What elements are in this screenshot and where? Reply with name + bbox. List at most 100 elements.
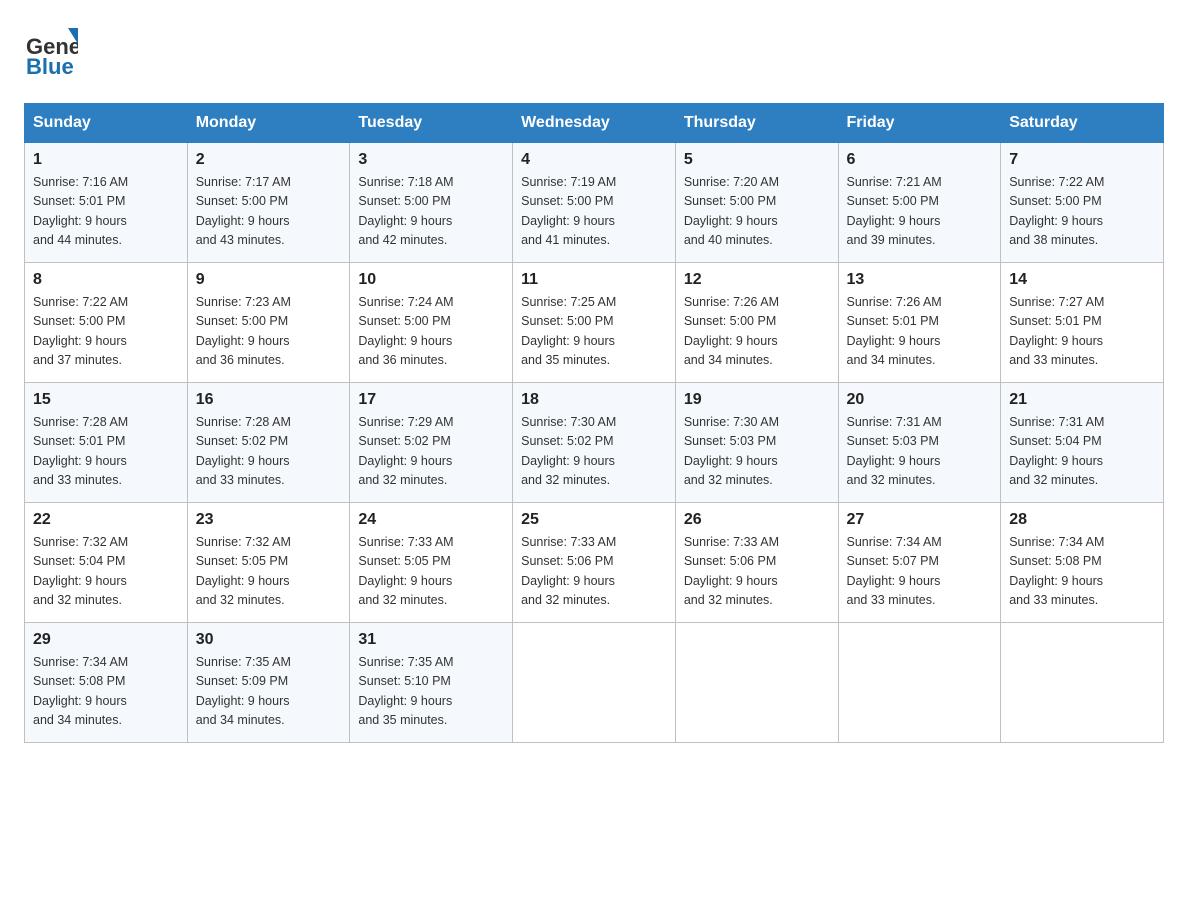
day-info: Sunrise: 7:27 AMSunset: 5:01 PMDaylight:…	[1009, 293, 1155, 371]
day-cell: 17 Sunrise: 7:29 AMSunset: 5:02 PMDayligh…	[350, 383, 513, 503]
day-number: 28	[1009, 511, 1155, 529]
day-info: Sunrise: 7:24 AMSunset: 5:00 PMDaylight:…	[358, 293, 504, 371]
day-cell: 28 Sunrise: 7:34 AMSunset: 5:08 PMDayligh…	[1001, 503, 1164, 623]
day-info: Sunrise: 7:20 AMSunset: 5:00 PMDaylight:…	[684, 173, 830, 251]
day-number: 29	[33, 631, 179, 649]
day-cell: 23Sunrise: 7:32 AMSunset: 5:05 PMDayligh…	[187, 503, 350, 623]
day-info: Sunrise: 7:33 AMSunset: 5:05 PMDaylight:…	[358, 533, 504, 611]
day-number: 4	[521, 151, 667, 169]
day-number: 9	[196, 271, 342, 289]
day-cell: 2 Sunrise: 7:17 AMSunset: 5:00 PMDaylight…	[187, 143, 350, 263]
day-number: 5	[684, 151, 830, 169]
day-number: 23	[196, 511, 342, 529]
day-number: 21	[1009, 391, 1155, 409]
day-number: 13	[847, 271, 993, 289]
day-cell	[513, 623, 676, 743]
col-wednesday: Wednesday	[513, 104, 676, 143]
col-sunday: Sunday	[25, 104, 188, 143]
logo-icon: General Blue	[24, 24, 78, 78]
day-cell	[838, 623, 1001, 743]
day-cell: 1 Sunrise: 7:16 AMSunset: 5:01 PMDaylight…	[25, 143, 188, 263]
day-info: Sunrise: 7:22 AMSunset: 5:00 PMDaylight:…	[33, 293, 179, 371]
day-info: Sunrise: 7:19 AMSunset: 5:00 PMDaylight:…	[521, 173, 667, 251]
day-cell: 13 Sunrise: 7:26 AMSunset: 5:01 PMDayligh…	[838, 263, 1001, 383]
day-info: Sunrise: 7:34 AMSunset: 5:08 PMDaylight:…	[1009, 533, 1155, 611]
day-info: Sunrise: 7:16 AMSunset: 5:01 PMDaylight:…	[33, 173, 179, 251]
day-cell: 16Sunrise: 7:28 AMSunset: 5:02 PMDayligh…	[187, 383, 350, 503]
day-cell: 29 Sunrise: 7:34 AMSunset: 5:08 PMDayligh…	[25, 623, 188, 743]
col-tuesday: Tuesday	[350, 104, 513, 143]
day-info: Sunrise: 7:35 AMSunset: 5:10 PMDaylight:…	[358, 653, 504, 731]
week-row-1: 1 Sunrise: 7:16 AMSunset: 5:01 PMDaylight…	[25, 143, 1164, 263]
page-header: General Blue	[24, 24, 1164, 83]
day-number: 7	[1009, 151, 1155, 169]
day-number: 22	[33, 511, 179, 529]
day-cell: 9 Sunrise: 7:23 AMSunset: 5:00 PMDaylight…	[187, 263, 350, 383]
day-number: 6	[847, 151, 993, 169]
day-cell: 25Sunrise: 7:33 AMSunset: 5:06 PMDayligh…	[513, 503, 676, 623]
day-number: 17	[358, 391, 504, 409]
day-info: Sunrise: 7:35 AMSunset: 5:09 PMDaylight:…	[196, 653, 342, 731]
day-cell: 3 Sunrise: 7:18 AMSunset: 5:00 PMDaylight…	[350, 143, 513, 263]
day-number: 3	[358, 151, 504, 169]
day-number: 31	[358, 631, 504, 649]
day-cell	[675, 623, 838, 743]
day-cell: 14 Sunrise: 7:27 AMSunset: 5:01 PMDayligh…	[1001, 263, 1164, 383]
day-number: 24	[358, 511, 504, 529]
day-cell: 19 Sunrise: 7:30 AMSunset: 5:03 PMDayligh…	[675, 383, 838, 503]
day-info: Sunrise: 7:30 AMSunset: 5:02 PMDaylight:…	[521, 413, 667, 491]
col-saturday: Saturday	[1001, 104, 1164, 143]
day-cell: 15Sunrise: 7:28 AMSunset: 5:01 PMDayligh…	[25, 383, 188, 503]
day-info: Sunrise: 7:26 AMSunset: 5:01 PMDaylight:…	[847, 293, 993, 371]
day-cell: 24 Sunrise: 7:33 AMSunset: 5:05 PMDayligh…	[350, 503, 513, 623]
day-info: Sunrise: 7:28 AMSunset: 5:01 PMDaylight:…	[33, 413, 179, 491]
day-info: Sunrise: 7:33 AMSunset: 5:06 PMDaylight:…	[684, 533, 830, 611]
day-cell: 31 Sunrise: 7:35 AMSunset: 5:10 PMDayligh…	[350, 623, 513, 743]
day-cell: 12Sunrise: 7:26 AMSunset: 5:00 PMDayligh…	[675, 263, 838, 383]
day-info: Sunrise: 7:33 AMSunset: 5:06 PMDaylight:…	[521, 533, 667, 611]
day-number: 14	[1009, 271, 1155, 289]
day-cell: 7Sunrise: 7:22 AMSunset: 5:00 PMDaylight…	[1001, 143, 1164, 263]
day-cell: 30Sunrise: 7:35 AMSunset: 5:09 PMDayligh…	[187, 623, 350, 743]
day-info: Sunrise: 7:31 AMSunset: 5:04 PMDaylight:…	[1009, 413, 1155, 491]
day-cell: 10Sunrise: 7:24 AMSunset: 5:00 PMDayligh…	[350, 263, 513, 383]
day-number: 26	[684, 511, 830, 529]
day-cell: 22 Sunrise: 7:32 AMSunset: 5:04 PMDayligh…	[25, 503, 188, 623]
day-number: 8	[33, 271, 179, 289]
week-row-3: 15Sunrise: 7:28 AMSunset: 5:01 PMDayligh…	[25, 383, 1164, 503]
day-info: Sunrise: 7:30 AMSunset: 5:03 PMDaylight:…	[684, 413, 830, 491]
day-number: 19	[684, 391, 830, 409]
col-friday: Friday	[838, 104, 1001, 143]
week-row-5: 29 Sunrise: 7:34 AMSunset: 5:08 PMDayligh…	[25, 623, 1164, 743]
day-cell: 4 Sunrise: 7:19 AMSunset: 5:00 PMDaylight…	[513, 143, 676, 263]
day-info: Sunrise: 7:29 AMSunset: 5:02 PMDaylight:…	[358, 413, 504, 491]
day-info: Sunrise: 7:28 AMSunset: 5:02 PMDaylight:…	[196, 413, 342, 491]
day-number: 27	[847, 511, 993, 529]
logo: General Blue	[24, 24, 82, 83]
day-cell: 11Sunrise: 7:25 AMSunset: 5:00 PMDayligh…	[513, 263, 676, 383]
day-info: Sunrise: 7:21 AMSunset: 5:00 PMDaylight:…	[847, 173, 993, 251]
day-number: 18	[521, 391, 667, 409]
week-row-4: 22 Sunrise: 7:32 AMSunset: 5:04 PMDayligh…	[25, 503, 1164, 623]
day-info: Sunrise: 7:34 AMSunset: 5:07 PMDaylight:…	[847, 533, 993, 611]
day-cell: 21 Sunrise: 7:31 AMSunset: 5:04 PMDayligh…	[1001, 383, 1164, 503]
day-info: Sunrise: 7:18 AMSunset: 5:00 PMDaylight:…	[358, 173, 504, 251]
svg-text:Blue: Blue	[26, 54, 74, 78]
day-cell: 20Sunrise: 7:31 AMSunset: 5:03 PMDayligh…	[838, 383, 1001, 503]
day-cell: 5 Sunrise: 7:20 AMSunset: 5:00 PMDaylight…	[675, 143, 838, 263]
day-info: Sunrise: 7:32 AMSunset: 5:04 PMDaylight:…	[33, 533, 179, 611]
day-info: Sunrise: 7:25 AMSunset: 5:00 PMDaylight:…	[521, 293, 667, 371]
col-monday: Monday	[187, 104, 350, 143]
day-info: Sunrise: 7:26 AMSunset: 5:00 PMDaylight:…	[684, 293, 830, 371]
day-cell: 26 Sunrise: 7:33 AMSunset: 5:06 PMDayligh…	[675, 503, 838, 623]
col-thursday: Thursday	[675, 104, 838, 143]
day-number: 2	[196, 151, 342, 169]
day-cell: 18 Sunrise: 7:30 AMSunset: 5:02 PMDayligh…	[513, 383, 676, 503]
day-number: 1	[33, 151, 179, 169]
calendar-body: 1 Sunrise: 7:16 AMSunset: 5:01 PMDaylight…	[25, 143, 1164, 743]
day-info: Sunrise: 7:17 AMSunset: 5:00 PMDaylight:…	[196, 173, 342, 251]
day-cell: 6 Sunrise: 7:21 AMSunset: 5:00 PMDaylight…	[838, 143, 1001, 263]
calendar-table: Sunday Monday Tuesday Wednesday Thursday…	[24, 103, 1164, 743]
day-info: Sunrise: 7:23 AMSunset: 5:00 PMDaylight:…	[196, 293, 342, 371]
day-info: Sunrise: 7:34 AMSunset: 5:08 PMDaylight:…	[33, 653, 179, 731]
